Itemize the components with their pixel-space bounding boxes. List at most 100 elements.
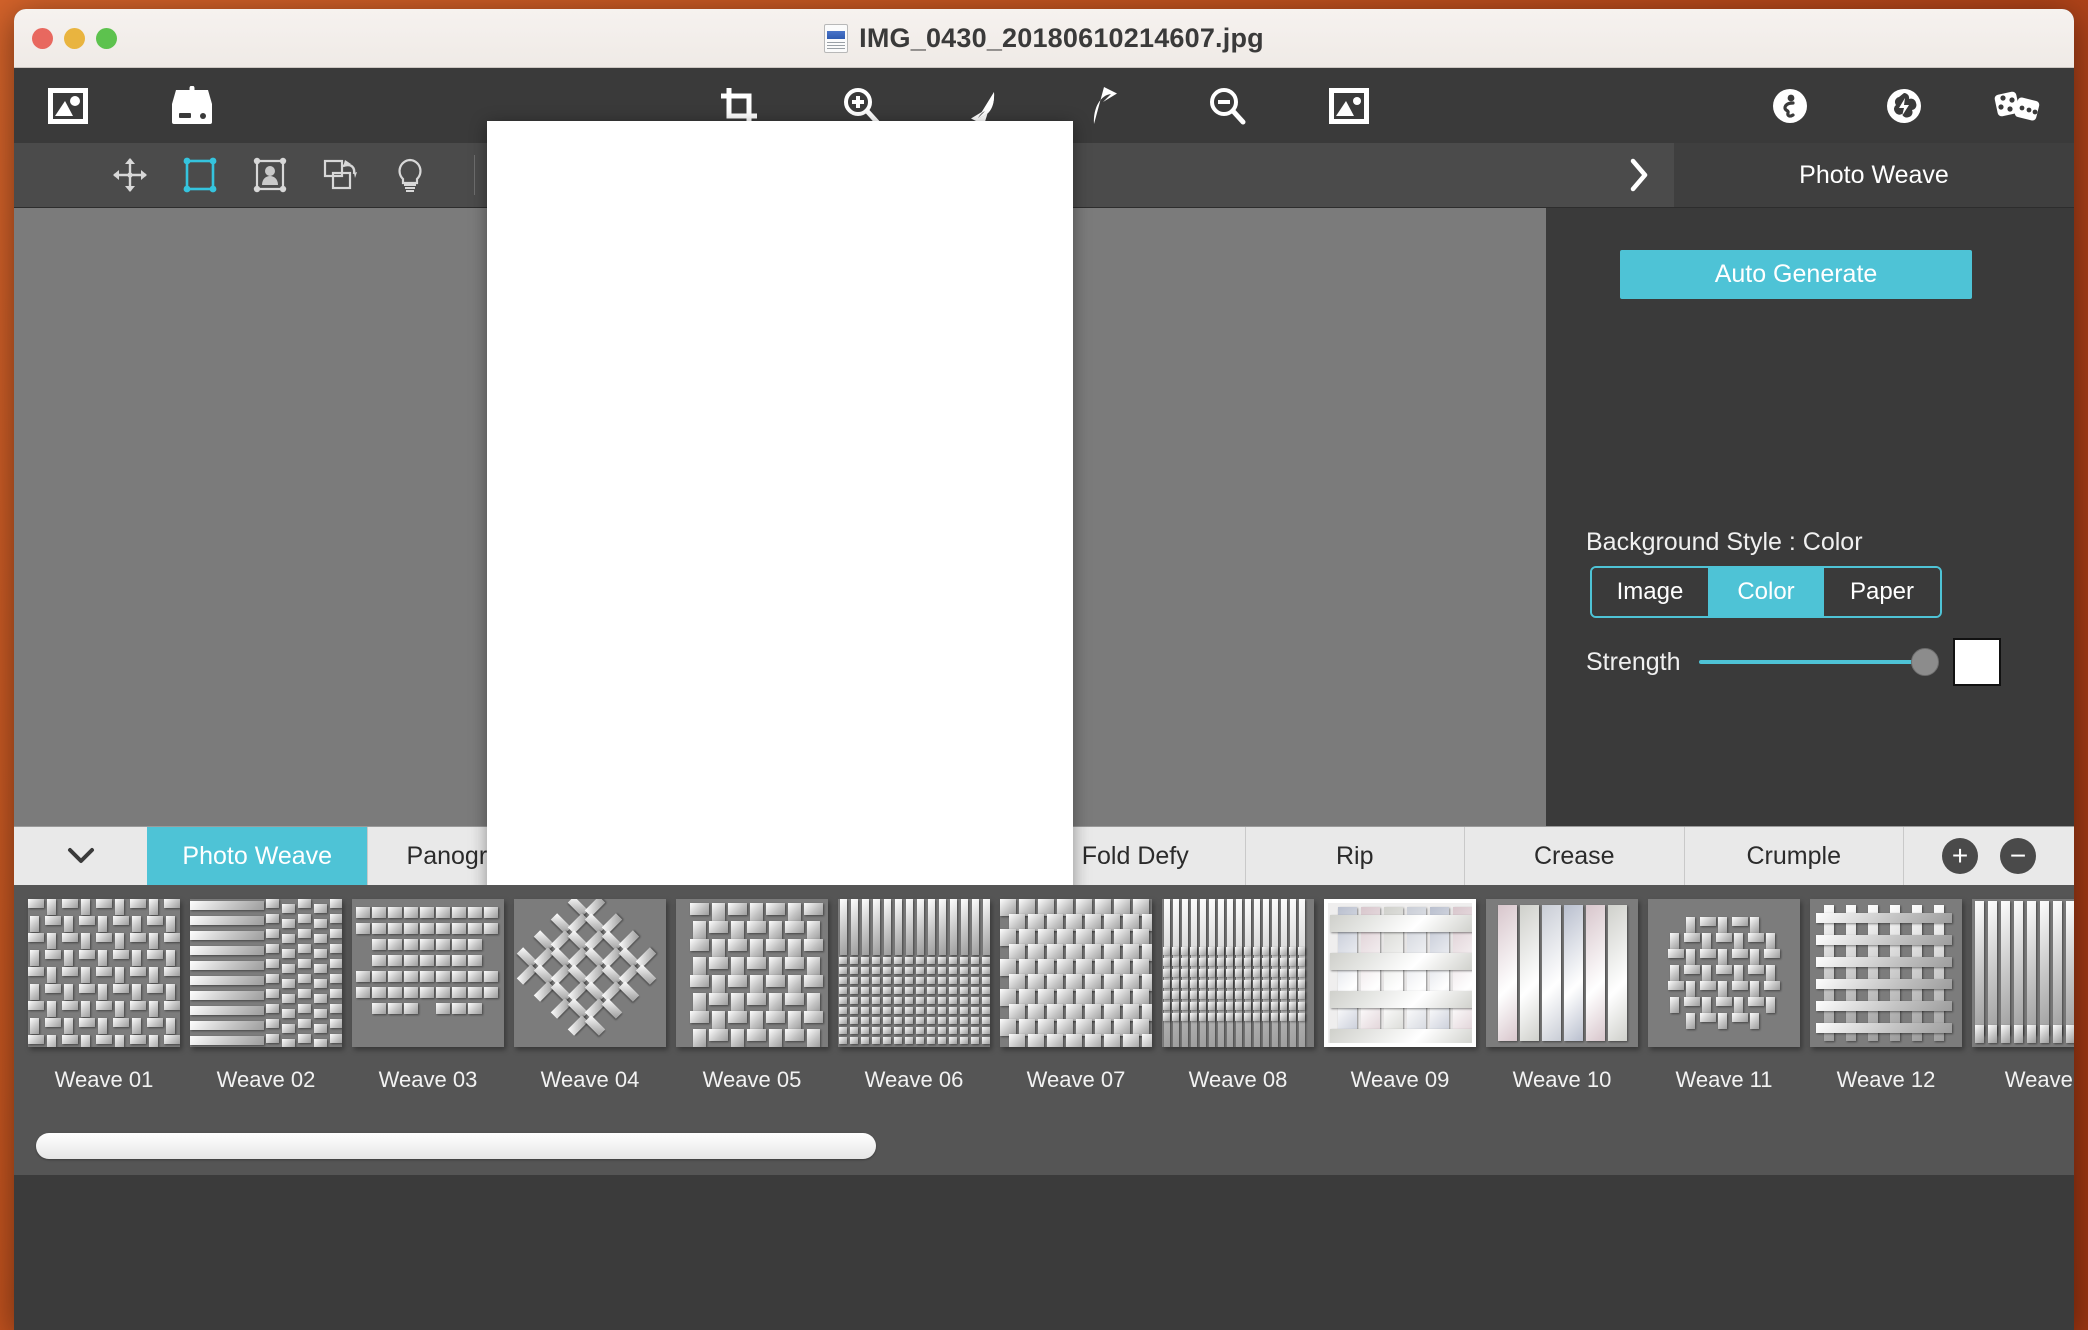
preset-thumbnail[interactable] bbox=[1810, 899, 1962, 1047]
preset-item: Weave 05 bbox=[676, 899, 828, 1099]
preset-item: Weave 01 bbox=[28, 899, 180, 1099]
toolbar-right-group bbox=[1754, 75, 2054, 137]
preset-item: Weave 12 bbox=[1810, 899, 1962, 1099]
preset-thumbnail[interactable] bbox=[1648, 899, 1800, 1047]
toolbar-divider bbox=[474, 155, 475, 195]
move-tool-icon[interactable] bbox=[106, 151, 154, 199]
preset-label: Weave 05 bbox=[676, 1067, 828, 1093]
tab-actions-group: + − bbox=[1903, 827, 2074, 885]
weave-pattern-graphic bbox=[190, 899, 342, 1047]
preset-thumbnail[interactable] bbox=[352, 899, 504, 1047]
settings-icon[interactable] bbox=[1868, 75, 1940, 137]
preset-label: Weave 11 bbox=[1648, 1067, 1800, 1093]
weave-pattern-graphic bbox=[838, 899, 990, 1047]
strength-label: Strength bbox=[1586, 648, 1681, 677]
open-image-icon[interactable] bbox=[32, 75, 104, 137]
preset-thumbnail[interactable] bbox=[1000, 899, 1152, 1047]
preset-item: Weave 04 bbox=[514, 899, 666, 1099]
toolbar-left-group bbox=[32, 75, 228, 137]
title-bar: IMG_0430_20180610214607.jpg bbox=[14, 9, 2074, 68]
preset-thumbnail[interactable] bbox=[1972, 899, 2074, 1047]
fit-image-icon[interactable] bbox=[1313, 75, 1385, 137]
strength-slider-knob[interactable] bbox=[1911, 648, 1939, 676]
jpeg-file-icon bbox=[824, 24, 848, 53]
canvas-area[interactable] bbox=[14, 208, 1546, 826]
preset-item: Weave 11 bbox=[1648, 899, 1800, 1099]
preset-item: Weave 08 bbox=[1162, 899, 1314, 1099]
preset-thumbnail[interactable] bbox=[514, 899, 666, 1047]
weave-pattern-graphic bbox=[1000, 899, 1152, 1047]
preset-thumbnail[interactable] bbox=[1324, 899, 1476, 1047]
preset-item: Weave 06 bbox=[838, 899, 990, 1099]
preset-thumbnail[interactable] bbox=[1486, 899, 1638, 1047]
effect-panel-title: Photo Weave bbox=[1674, 143, 2074, 207]
weave-pattern-graphic bbox=[514, 899, 666, 1047]
preset-scrollbar[interactable] bbox=[36, 1133, 2052, 1159]
preset-label: Weave 07 bbox=[1000, 1067, 1152, 1093]
lightbulb-tool-icon[interactable] bbox=[386, 151, 434, 199]
background-color-swatch[interactable] bbox=[1953, 638, 2001, 686]
preset-label: Weave 08 bbox=[1162, 1067, 1314, 1093]
add-preset-button[interactable]: + bbox=[1942, 838, 1978, 874]
preset-thumbnail-strip: Weave 01 Weave 02 Weave 03 Weave 04 Weave 05… bbox=[14, 885, 2074, 1175]
image-canvas[interactable] bbox=[487, 121, 1073, 913]
preset-item: Weave 10 bbox=[1486, 899, 1638, 1099]
select-rectangle-tool-icon[interactable] bbox=[176, 151, 224, 199]
preset-scrollbar-thumb[interactable] bbox=[36, 1133, 876, 1159]
transform-tool-icon[interactable] bbox=[316, 151, 364, 199]
preset-item: Weave 09 bbox=[1324, 899, 1476, 1099]
info-icon[interactable] bbox=[1754, 75, 1826, 137]
preset-item: Weave 1 bbox=[1972, 899, 2074, 1099]
preset-label: Weave 06 bbox=[838, 1067, 990, 1093]
preset-thumbnail[interactable] bbox=[28, 899, 180, 1047]
zoom-out-icon[interactable] bbox=[1191, 75, 1263, 137]
window-title: IMG_0430_20180610214607.jpg bbox=[859, 23, 1264, 54]
chevron-right-icon[interactable] bbox=[1604, 158, 1674, 192]
close-button[interactable] bbox=[32, 28, 53, 49]
preset-label: Weave 03 bbox=[352, 1067, 504, 1093]
background-style-label: Background Style : Color bbox=[1586, 528, 1863, 557]
weave-pattern-graphic bbox=[1648, 899, 1800, 1047]
chevron-down-icon[interactable] bbox=[14, 827, 147, 885]
weave-pattern-graphic bbox=[1328, 903, 1472, 1043]
tab-photo-weave[interactable]: Photo Weave bbox=[147, 827, 367, 885]
tab-crumple[interactable]: Crumple bbox=[1684, 827, 1904, 885]
preset-label: Weave 02 bbox=[190, 1067, 342, 1093]
strength-control-row: Strength bbox=[1586, 638, 2046, 686]
title-center-group: IMG_0430_20180610214607.jpg bbox=[14, 23, 2074, 54]
weave-pattern-graphic bbox=[352, 899, 504, 1047]
preset-label: Weave 1 bbox=[1972, 1067, 2074, 1093]
tab-rip[interactable]: Rip bbox=[1245, 827, 1465, 885]
weave-pattern-graphic bbox=[1972, 899, 2074, 1047]
preset-thumbnail[interactable] bbox=[838, 899, 990, 1047]
traffic-light-group bbox=[32, 28, 117, 49]
preset-label: Weave 12 bbox=[1810, 1067, 1962, 1093]
weave-pattern-graphic bbox=[1486, 899, 1638, 1047]
preset-item: Weave 07 bbox=[1000, 899, 1152, 1099]
preset-label: Weave 01 bbox=[28, 1067, 180, 1093]
strength-slider-track bbox=[1699, 660, 1935, 664]
preset-thumbnail[interactable] bbox=[1162, 899, 1314, 1047]
preset-thumbnail[interactable] bbox=[190, 899, 342, 1047]
zoom-button[interactable] bbox=[96, 28, 117, 49]
auto-generate-button[interactable]: Auto Generate bbox=[1620, 250, 1972, 299]
remove-preset-button[interactable]: − bbox=[2000, 838, 2036, 874]
effect-settings-panel: Auto Generate Background Style : Color I… bbox=[1546, 208, 2074, 826]
segment-image[interactable]: Image bbox=[1592, 568, 1708, 616]
preset-label: Weave 10 bbox=[1486, 1067, 1638, 1093]
weave-pattern-graphic bbox=[676, 899, 828, 1047]
preset-item: Weave 02 bbox=[190, 899, 342, 1099]
sub-toolbar-right: Photo Weave bbox=[1604, 143, 2074, 207]
preset-item: Weave 03 bbox=[352, 899, 504, 1099]
preset-thumbnail[interactable] bbox=[676, 899, 828, 1047]
segment-paper[interactable]: Paper bbox=[1824, 568, 1940, 616]
strength-slider[interactable] bbox=[1699, 647, 1935, 677]
save-image-icon[interactable] bbox=[156, 75, 228, 137]
subject-select-tool-icon[interactable] bbox=[246, 151, 294, 199]
preset-label: Weave 04 bbox=[514, 1067, 666, 1093]
redo-icon[interactable] bbox=[1069, 75, 1141, 137]
segment-color[interactable]: Color bbox=[1708, 568, 1824, 616]
minimize-button[interactable] bbox=[64, 28, 85, 49]
tab-crease[interactable]: Crease bbox=[1464, 827, 1684, 885]
randomize-dice-icon[interactable] bbox=[1982, 75, 2054, 137]
